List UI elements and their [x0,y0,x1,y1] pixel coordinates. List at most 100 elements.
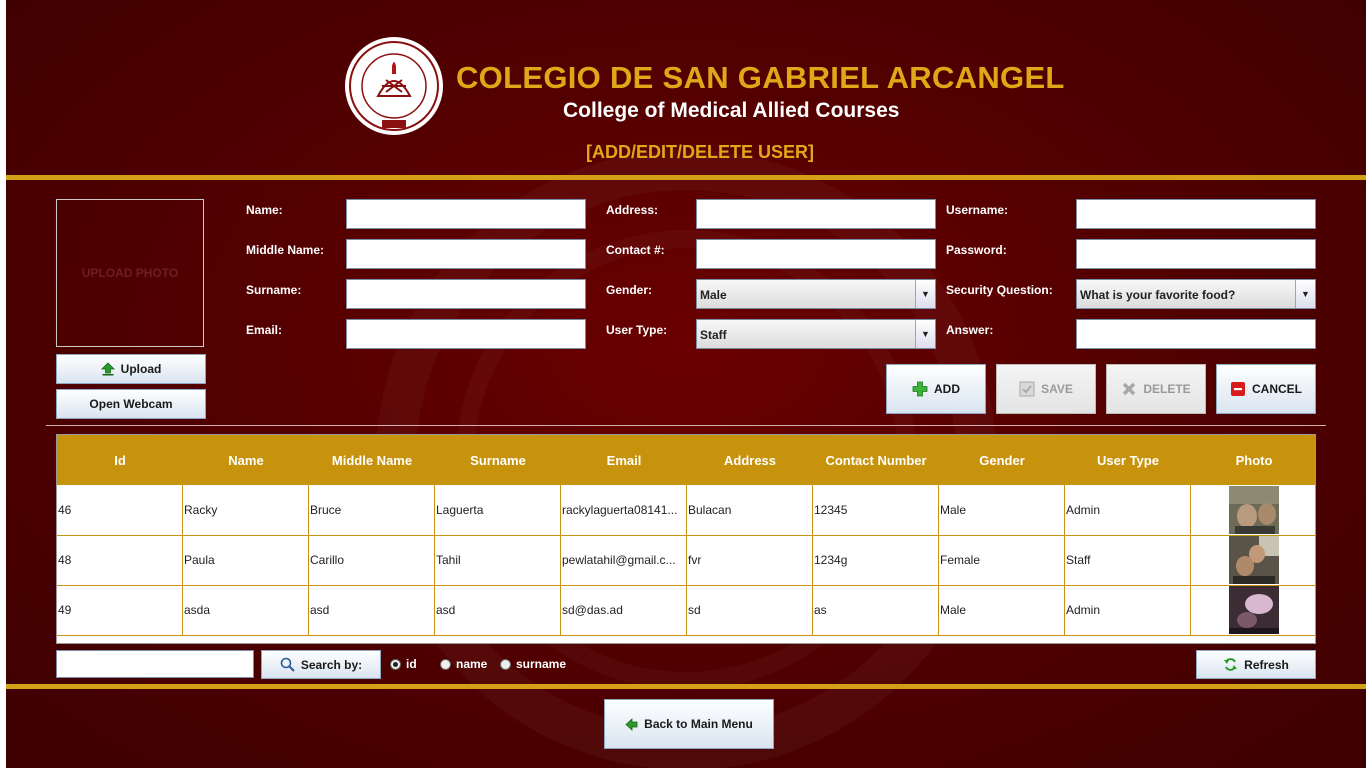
cell-contact: 1234g [813,535,939,585]
user-photo-thumbnail [1229,586,1279,634]
users-table[interactable]: Id Name Middle Name Surname Email Addres… [56,434,1316,644]
school-title: COLEGIO DE SAN GABRIEL ARCANGEL [456,60,1065,95]
user-photo-thumbnail [1229,536,1279,584]
search-option-id[interactable]: id [390,657,417,671]
search-icon [280,657,295,672]
column-header[interactable]: Id [57,435,183,485]
cell-id: 46 [57,485,183,535]
answer-field[interactable] [1076,319,1316,349]
table-row[interactable]: 46 Racky Bruce Laguerta rackylaguerta081… [57,485,1315,536]
gender-select[interactable]: Male ▼ [696,279,936,309]
back-to-main-menu-button[interactable]: Back to Main Menu [604,699,774,749]
security-question-label: Security Question: [946,283,1053,297]
table-row[interactable]: 49 asda asd asd sd@das.ad sd as Male Adm… [57,585,1315,636]
surname-field[interactable] [346,279,586,309]
gender-value: Male [700,288,727,302]
cell-photo [1191,535,1315,585]
cell-email: sd@das.ad [561,585,687,635]
search-option-label: id [406,657,417,671]
cell-name: Racky [183,485,309,535]
cell-id: 49 [57,585,183,635]
upload-arrow-icon [100,362,115,376]
column-header[interactable]: Name [183,435,309,485]
search-option-name[interactable]: name [440,657,487,671]
save-button[interactable]: SAVE [996,364,1096,414]
cell-email: rackylaguerta08141... [561,485,687,535]
cancel-button[interactable]: CANCEL [1216,364,1316,414]
add-button[interactable]: ADD [886,364,986,414]
column-header[interactable]: Surname [435,435,561,485]
column-header[interactable]: Photo [1191,435,1315,485]
footer-divider [6,684,1366,689]
photo-placeholder: UPLOAD PHOTO [81,266,179,280]
cell-id: 48 [57,535,183,585]
cell-address: fvr [687,535,813,585]
cell-photo [1191,585,1315,635]
column-header[interactable]: Address [687,435,813,485]
column-header[interactable]: Gender [939,435,1065,485]
name-label: Name: [246,203,283,217]
search-option-surname[interactable]: surname [500,657,566,671]
search-input[interactable] [56,650,254,678]
username-field[interactable] [1076,199,1316,229]
user-type-select[interactable]: Staff ▼ [696,319,936,349]
delete-button[interactable]: DELETE [1106,364,1206,414]
cell-user-type: Admin [1065,585,1191,635]
cell-photo [1191,485,1315,535]
chevron-down-icon[interactable]: ▼ [915,280,935,308]
name-field[interactable] [346,199,586,229]
radio-icon [440,658,451,670]
user-photo-thumbnail [1229,486,1279,534]
chevron-down-icon[interactable]: ▼ [1295,280,1315,308]
photo-preview: UPLOAD PHOTO [56,199,204,347]
open-webcam-button[interactable]: Open Webcam [56,389,206,419]
save-label: SAVE [1041,382,1073,396]
contact-label: Contact #: [606,243,665,257]
security-question-value: What is your favorite food? [1080,288,1236,302]
table-row[interactable]: 48 Paula Carillo Tahil pewlatahil@gmail.… [57,535,1315,586]
cell-user-type: Staff [1065,535,1191,585]
refresh-button[interactable]: Refresh [1196,650,1316,679]
address-field[interactable] [696,199,936,229]
search-by-label: Search by: [300,657,363,672]
table-header: Id Name Middle Name Surname Email Addres… [57,435,1315,485]
search-button[interactable]: Search by: [261,650,381,679]
contact-field[interactable] [696,239,936,269]
surname-label: Surname: [246,283,302,297]
cell-surname: asd [435,585,561,635]
upload-button[interactable]: Upload [56,354,206,384]
chevron-down-icon[interactable]: ▼ [915,320,935,348]
form-divider [46,425,1326,426]
password-field[interactable] [1076,239,1316,269]
cell-user-type: Admin [1065,485,1191,535]
user-type-value: Staff [700,328,727,342]
username-label: Username: [946,203,1009,217]
middle-name-field[interactable] [346,239,586,269]
checkbox-icon [1019,381,1035,397]
cell-middle-name: asd [309,585,435,635]
open-webcam-label: Open Webcam [89,397,173,411]
page-title: [ADD/EDIT/DELETE USER] [586,142,815,162]
school-subtitle: College of Medical Allied Courses [563,99,900,122]
cell-surname: Tahil [435,535,561,585]
cell-contact: 12345 [813,485,939,535]
plus-icon [912,381,928,397]
column-header[interactable]: User Type [1065,435,1191,485]
middle-name-label: Middle Name: [246,243,325,257]
cancel-label: CANCEL [1252,382,1302,396]
column-header[interactable]: Middle Name [309,435,435,485]
refresh-icon [1224,658,1238,671]
search-option-label: name [456,657,488,671]
cell-gender: Male [939,585,1065,635]
column-header[interactable]: Contact Number [813,435,939,485]
cell-email: pewlatahil@gmail.c... [561,535,687,585]
cell-name: asda [183,585,309,635]
email-field[interactable] [346,319,586,349]
cell-name: Paula [183,535,309,585]
email-label: Email: [246,323,283,337]
column-header[interactable]: Email [561,435,687,485]
cell-middle-name: Bruce [309,485,435,535]
header-divider [6,175,1366,180]
minus-icon [1231,382,1245,396]
security-question-select[interactable]: What is your favorite food? ▼ [1076,279,1316,309]
